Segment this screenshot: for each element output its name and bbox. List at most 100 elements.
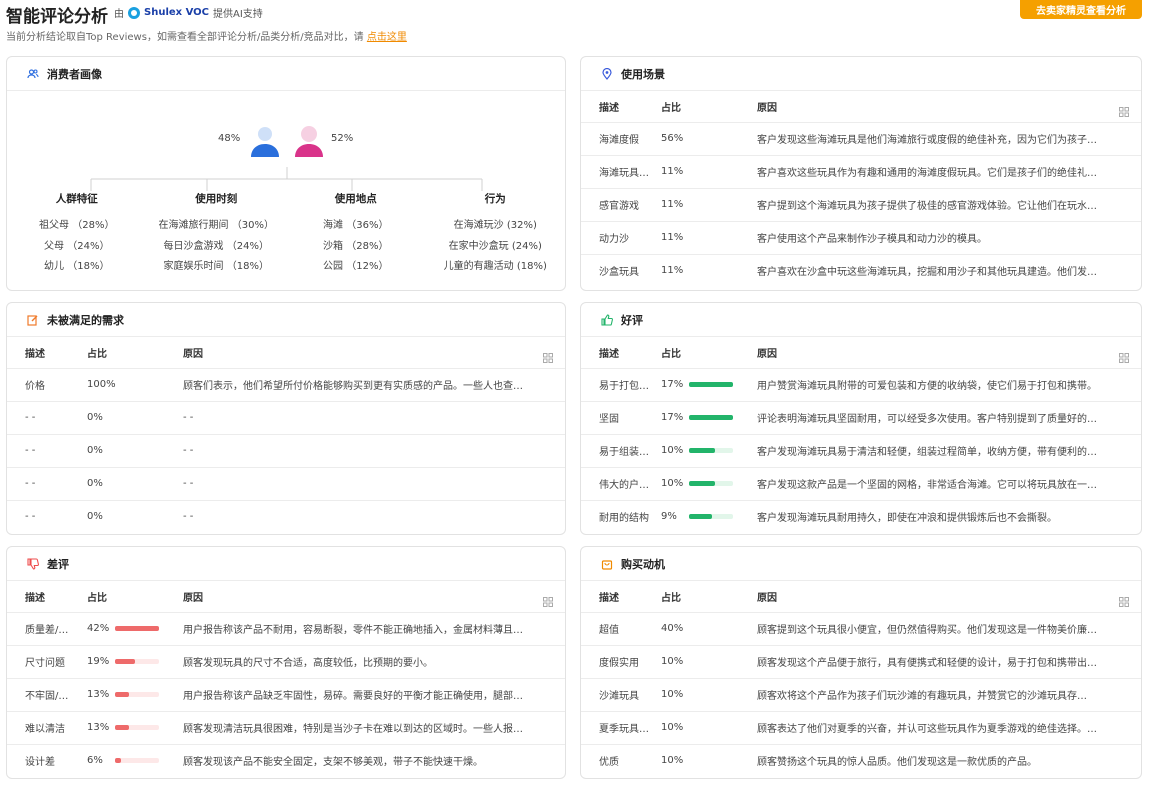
share-bar-fill: [115, 691, 129, 697]
share-value: 17%: [661, 379, 684, 390]
table-row[interactable]: 价格 100% 顾客们表示，他们希望所付价格能够购买到更有实质感的产品。一些人也查…: [7, 368, 565, 402]
table-row[interactable]: 坚固 17% 评论表明海滩玩具坚固耐用，可以经受多次使用。客户特别提到了质量好的…: [581, 401, 1141, 435]
table-header-row: 描述 占比 原因: [7, 581, 565, 613]
desc-cell: 难以清洁: [7, 711, 87, 745]
users-icon: [27, 68, 39, 80]
reason-header: 原因: [183, 337, 565, 369]
table-row[interactable]: 度假实用 10% 顾客发现这个产品便于旅行，具有便携式和轻便的设计，易于打包和携带出…: [581, 645, 1141, 679]
table-row[interactable]: 沙滩玩具 10% 顾客欢将这个产品作为孩子们玩沙滩的有趣玩具，并赞赏它的沙滩玩具存…: [581, 678, 1141, 712]
desc-cell: 易于组装…: [581, 434, 661, 468]
unmet-needs-card: 未被满足的需求 描述 占比 原因 价格 100% 顾客们表示，他们希望所付价格能够购买到更…: [6, 302, 566, 535]
table-row[interactable]: 感官游戏 11% 客户提到这个海滩玩具为孩子提供了极佳的感官游戏体验。它让他们在玩水…: [581, 188, 1141, 222]
table-row[interactable]: 夏季玩具… 10% 顾客表达了他们对夏季的兴奋，并认可这些玩具作为夏季游戏的绝佳选择…: [581, 711, 1141, 745]
table-row[interactable]: 动力沙 11% 客户使用这个产品来制作沙子模具和动力沙的模具。: [581, 221, 1141, 255]
table-row[interactable]: 海滩度假 56% 客户发现这些海滩玩具是他们海滩旅行或度假的绝佳补充，因为它们为孩子…: [581, 122, 1141, 156]
table-row[interactable]: 伟大的户… 10% 客户发现这款产品是一个坚固的网格，非常适合海滩。它可以将玩具放在…: [581, 467, 1141, 501]
reason-cell: 用户赞赏海滩玩具附带的可爱包装和方便的收纳袋，使它们易于打包和携带。: [757, 368, 1141, 402]
column-item: 每日沙盒游戏 （24%）: [163, 240, 269, 252]
column-item: 公园 （12%）: [323, 261, 389, 272]
female-percent: 52%: [331, 133, 354, 144]
table-row[interactable]: 优质 10% 顾客赞扬这个玩具的惊人品质。他们发现这是一款优质的产品。: [581, 744, 1141, 777]
table-row[interactable]: 设计差 6% 顾客发现该产品不能安全固定，支架不够美观，带子不能快速干燥。: [7, 744, 565, 777]
table-row[interactable]: - -0% - -: [7, 401, 565, 435]
table-row[interactable]: 质量差/… 42% 用户报告称该产品不耐用，容易断裂，零件不能正确地插入，金属材料薄…: [7, 612, 565, 646]
table-row[interactable]: 易于打包… 17% 用户赞赏海滩玩具附带的可爱包装和方便的收纳袋，使它们易于打包和携…: [581, 368, 1141, 402]
grid-view-icon[interactable]: [1119, 592, 1129, 607]
share-cell: 0%: [87, 467, 183, 501]
column-item: 幼儿 （18%）: [44, 261, 110, 272]
table-row[interactable]: 海滩玩具… 11% 客户喜欢这些玩具作为有趣和通用的海滩度假玩具。它们是孩子们的绝佳…: [581, 155, 1141, 189]
table-row[interactable]: 耐用的结构 9% 客户发现海滩玩具耐用持久，即使在冲浪和提供锻炼后也不会撕裂。: [581, 500, 1141, 533]
share-value: 10%: [661, 478, 684, 489]
card-title: 消费者画像: [47, 67, 102, 81]
click-here-link[interactable]: 点击这里: [367, 32, 407, 43]
table-row[interactable]: - -0% - -: [7, 467, 565, 501]
share-value: 13%: [87, 689, 110, 700]
share-cell: 17%: [661, 401, 757, 435]
share-cell: 0%: [87, 401, 183, 435]
column-heading: 人群特征: [55, 193, 98, 205]
column-item: 家庭娱乐时间 （18%）: [163, 261, 269, 272]
shulex-logo-icon: [128, 6, 140, 19]
share-cell: 17%: [661, 368, 757, 402]
table-row[interactable]: 难以清洁 13% 顾客发现清洁玩具很困难，特别是当沙子卡在难以到达的区域时。一些人报…: [7, 711, 565, 745]
grid-view-icon[interactable]: [1119, 348, 1129, 363]
share-cell: 11%: [661, 221, 757, 255]
share-cell: 6%: [87, 744, 183, 777]
share-cell: 19%: [87, 645, 183, 679]
share-value: 11%: [661, 199, 684, 210]
table-row[interactable]: 沙盒玩具 11% 客户喜欢在沙盒中玩这些海滩玩具，挖掘和用沙子和其他玩具建造。他们发…: [581, 254, 1141, 287]
share-header: 占比: [87, 581, 183, 613]
desc-cell: 动力沙: [581, 221, 661, 255]
desc-cell: - -: [7, 467, 87, 501]
table-row[interactable]: 尺寸问题 19% 顾客发现玩具的尺寸不合适，高度较低，比预期的要小。: [7, 645, 565, 679]
desc-cell: 坚固: [581, 401, 661, 435]
share-value: 42%: [87, 623, 110, 634]
column-item: 在家中沙盒玩 (24%): [448, 240, 542, 252]
card-header: 使用场景: [581, 57, 1141, 91]
analysis-table: 描述 占比 原因 海滩度假 56% 客户发现这些海滩玩具是他们海滩旅行或度假的绝佳补充，因…: [581, 91, 1141, 287]
share-cell: 56%: [661, 122, 757, 156]
share-bar-fill: [689, 480, 715, 486]
grid-view-icon[interactable]: [1119, 102, 1129, 117]
table-row[interactable]: 不牢固/… 13% 用户报告称该产品缺乏牢固性，易碎。需要良好的平衡才能正确使用，腿…: [7, 678, 565, 712]
column-item: 沙箱 （28%）: [323, 240, 389, 252]
table-row[interactable]: 超值 40% 顾客提到这个玩具很小便宜，但仍然值得购买。他们发现这是一件物美价廉…: [581, 612, 1141, 646]
share-cell: 13%: [87, 711, 183, 745]
desc-cell: 沙滩玩具: [581, 678, 661, 712]
desc-cell: 超值: [581, 612, 661, 646]
share-cell: 10%: [661, 678, 757, 712]
reason-cell: 客户喜欢在沙盒中玩这些海滩玩具，挖掘和用沙子和其他玩具建造。他们发…: [757, 267, 1097, 279]
card-header: 未被满足的需求: [7, 303, 565, 337]
reason-cell: 客户使用这个产品来制作沙子模具和动力沙的模具。: [757, 221, 1141, 255]
view-analysis-button[interactable]: 去卖家精灵查看分析: [1020, 0, 1142, 19]
brand-name[interactable]: Shulex VOC: [144, 7, 209, 18]
desc-cell: 海滩玩具…: [581, 155, 661, 189]
shopping-bag-icon: [601, 558, 613, 570]
share-value: 100%: [87, 379, 116, 390]
share-bar: [115, 658, 159, 664]
share-value: 19%: [87, 656, 110, 667]
column-item: 儿童的有趣活动 (18%): [443, 261, 547, 272]
grid-view-icon[interactable]: [543, 348, 553, 363]
negative-reviews-card: 差评 描述 占比 原因 质量差/… 42% 用户报告称该产品不耐用，容易断裂，零件不能正确…: [6, 546, 566, 779]
card-header: 差评: [7, 547, 565, 581]
persona-column: 使用地点 海滩 （36%） 沙箱 （28%） 公园 （12%）: [286, 191, 426, 278]
card-header: 购买动机: [581, 547, 1141, 581]
share-value: 13%: [87, 722, 110, 733]
column-item: 祖父母 （28%）: [39, 220, 115, 231]
desc-header: 描述: [581, 581, 661, 613]
column-heading: 行为: [484, 193, 506, 205]
share-cell: 42%: [87, 612, 183, 646]
table-row[interactable]: - -0% - -: [7, 500, 565, 533]
table-row[interactable]: - -0% - -: [7, 434, 565, 468]
desc-cell: 夏季玩具…: [581, 711, 661, 745]
persona-column: 人群特征 祖父母 （28%） 父母 （24%） 幼儿 （18%）: [7, 191, 147, 278]
powered-by: 由 Shulex VOC 提供AI支持: [114, 5, 263, 20]
column-heading: 使用时刻: [195, 193, 238, 205]
card-header: 消费者画像: [7, 57, 565, 91]
reason-cell: 顾客表达了他们对夏季的兴奋，并认可这些玩具作为夏季游戏的绝佳选择。…: [757, 711, 1141, 745]
grid-view-icon[interactable]: [543, 592, 553, 607]
table-row[interactable]: 易于组装… 10% 客户发现海滩玩具易于清洁和轻便，组装过程简单，收纳方便，带有便利…: [581, 434, 1141, 468]
share-value: 0%: [87, 412, 103, 423]
